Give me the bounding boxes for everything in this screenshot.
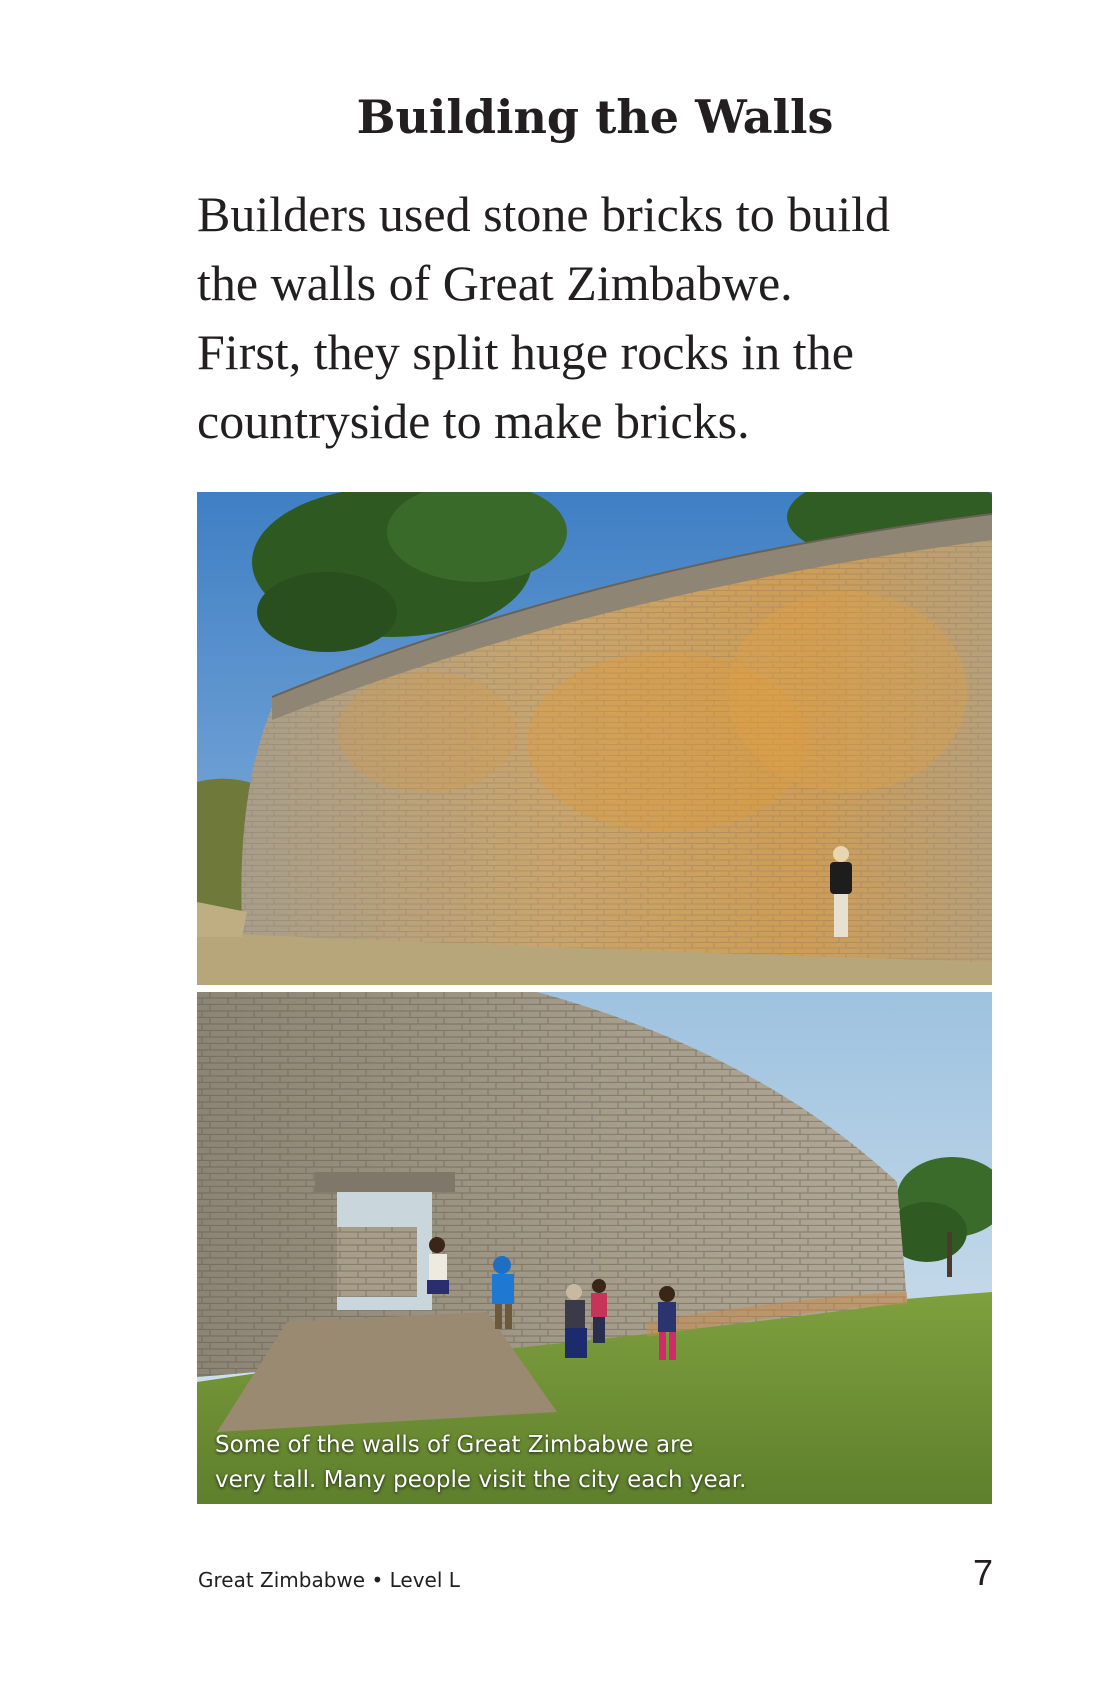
body-line: the walls of Great Zimbabwe.: [197, 255, 793, 311]
photo-caption: Some of the walls of Great Zimbabwe are …: [215, 1428, 746, 1498]
photo-wall-entrance: Some of the walls of Great Zimbabwe are …: [197, 992, 992, 1504]
body-line: First, they split huge rocks in the: [197, 324, 854, 380]
body-line: Builders used stone bricks to build: [197, 186, 890, 242]
body-line: countryside to make bricks.: [197, 393, 750, 449]
caption-line: very tall. Many people visit the city ea…: [215, 1467, 747, 1493]
page-number: 7: [972, 1552, 993, 1593]
caption-line: Some of the walls of Great Zimbabwe are: [215, 1432, 694, 1458]
footer-book-title: Great Zimbabwe • Level L: [198, 1568, 460, 1592]
photo-great-enclosure-wall: [197, 492, 992, 985]
photo-great-enclosure-wall-image: [197, 492, 992, 985]
page-heading: Building the Walls: [356, 90, 834, 144]
body-paragraph: Builders used stone bricks to build the …: [197, 180, 1017, 456]
